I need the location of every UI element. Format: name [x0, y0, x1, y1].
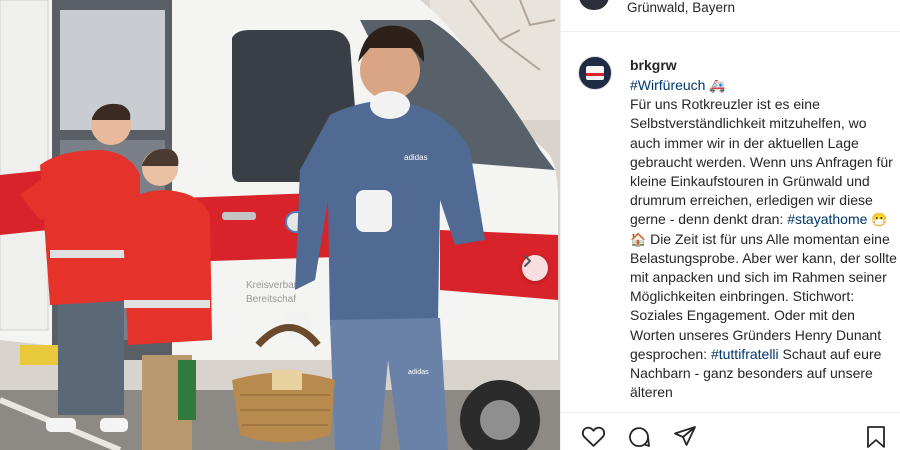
chevron-right-icon [524, 255, 531, 267]
hashtag-wirfuereuch[interactable]: #Wirfüreuch [630, 77, 705, 93]
mask-emoji-icon: 😷 [871, 212, 888, 228]
share-icon[interactable] [673, 425, 697, 447]
van-side-text-1: Kreisverban [246, 280, 299, 291]
bookmark-icon[interactable] [866, 425, 886, 449]
heart-icon[interactable] [581, 425, 606, 448]
post-header: Grünwald, Bayern [561, 0, 900, 32]
action-bar [561, 412, 900, 450]
house-emoji-icon: 🏠 [630, 231, 647, 247]
hashtag-stayathome[interactable]: #stayathome [787, 211, 867, 227]
hoodie-brand: adidas [404, 153, 428, 162]
author-username[interactable]: brkgrw [630, 56, 898, 75]
author-avatar[interactable] [578, 56, 612, 90]
header-avatar[interactable] [579, 0, 609, 10]
pants-brand: adidas [408, 369, 429, 376]
ambulance-avatar-graphic [586, 66, 604, 80]
photo-illustration: Kreisverban Bereitschaf adidas adidas [0, 0, 560, 450]
caption-text-2: Die Zeit ist für uns Alle momentan eine … [630, 230, 897, 362]
caption-text-1: Für uns Rotkreuzler ist es eine Selbstve… [630, 96, 893, 228]
location-link[interactable]: Grünwald, Bayern [627, 0, 735, 15]
post-photo[interactable]: Kreisverban Bereitschaf adidas adidas [0, 0, 560, 450]
next-photo-button[interactable] [522, 255, 548, 281]
post-caption: brkgrw #Wirfüreuch 🚑 Für uns Rotkreuzler… [630, 56, 898, 402]
ambulance-emoji-icon: 🚑 [709, 78, 726, 93]
van-side-text-2: Bereitschaf [246, 294, 296, 305]
comment-icon[interactable] [627, 425, 651, 449]
post-detail-panel: Grünwald, Bayern brkgrw #Wirfüreuch 🚑 Fü… [560, 0, 900, 450]
hashtag-tuttifratelli[interactable]: #tuttifratelli [711, 346, 779, 362]
